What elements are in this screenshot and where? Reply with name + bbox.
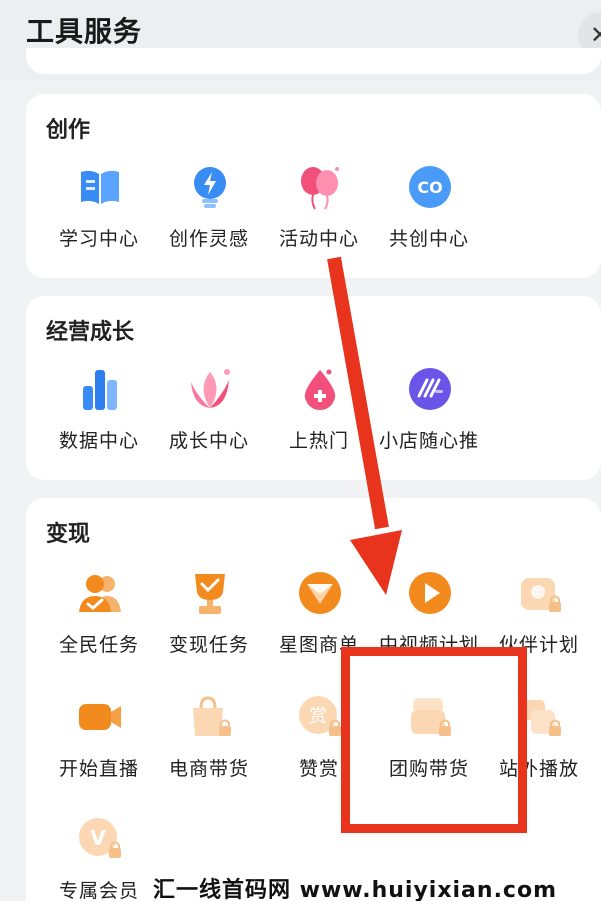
group-buy-lock-icon	[411, 698, 451, 736]
lightbulb-icon	[194, 167, 226, 208]
tool-creative-inspiration[interactable]: 创作灵感	[154, 164, 264, 264]
watermark-text: 汇一线首码网 www.huiyixian.com	[153, 878, 558, 901]
play-icon	[409, 572, 451, 614]
tool-label: 学习中心	[58, 228, 139, 250]
video-camera-icon	[79, 704, 121, 730]
vip-glyph: V	[90, 826, 106, 850]
lotus-icon	[191, 369, 230, 408]
tool-label: 变现任务	[168, 634, 249, 656]
tool-label: 数据中心	[58, 430, 139, 452]
tool-start-live[interactable]: 开始直播	[44, 694, 154, 794]
tool-label: 活动中心	[278, 228, 359, 250]
tool-label: 赞赏	[298, 758, 339, 780]
tool-label: 中视频计划	[378, 634, 479, 656]
previous-card-edge	[26, 48, 601, 74]
bar-chart-icon	[83, 370, 117, 410]
tool-growth-center[interactable]: 成长中心	[154, 366, 264, 466]
tool-mid-video-plan[interactable]: 中视频计划	[374, 570, 484, 670]
page-title: 工具服务	[26, 15, 143, 48]
tool-label: 电商带货	[168, 758, 249, 780]
section-card-create: 创作 学习中心 创作灵感 活动中心 CO 共创中心	[26, 94, 601, 278]
fire-drop-icon	[304, 369, 336, 410]
tool-appreciate[interactable]: 赏 赞赏	[264, 694, 374, 794]
tool-shop-promote[interactable]: 小店随心推	[374, 366, 484, 466]
tool-exclusive-member[interactable]: V 专属会员	[44, 816, 154, 901]
tool-label: 上热门	[288, 430, 349, 452]
tool-label: 小店随心推	[378, 430, 479, 452]
section-title: 经营成长	[46, 320, 135, 345]
appreciate-lock-icon: 赏	[299, 696, 341, 736]
tool-label: 共创中心	[388, 228, 469, 250]
section-card-monetize: 变现 全民任务 变现任务 星图商单 中视频计划 伙伴计划 开始直播 电商带货 赏…	[26, 498, 601, 901]
co-glyph: CO	[417, 178, 442, 197]
shopping-bag-lock-icon	[193, 696, 231, 736]
trophy-icon	[195, 574, 225, 614]
balloon-icon	[301, 167, 339, 210]
star-map-icon	[299, 572, 341, 614]
tool-label: 星图商单	[278, 634, 359, 656]
tool-trending[interactable]: 上热门	[264, 366, 374, 466]
tool-learning-center[interactable]: 学习中心	[44, 164, 154, 264]
tool-label: 伙伴计划	[498, 634, 579, 656]
people-check-icon	[79, 575, 121, 612]
tool-label: 创作灵感	[168, 228, 249, 250]
section-card-growth: 经营成长 数据中心 成长中心 上热门 小店随心推	[26, 296, 601, 480]
tool-co-creation-center[interactable]: CO 共创中心	[374, 164, 484, 264]
tool-label: 全民任务	[58, 634, 139, 656]
tool-label: 开始直播	[58, 758, 139, 780]
appreciate-glyph: 赏	[309, 706, 327, 727]
partner-lock-icon	[521, 578, 561, 612]
tool-ecommerce-sales[interactable]: 电商带货	[154, 694, 264, 794]
tool-data-center[interactable]: 数据中心	[44, 366, 154, 466]
tool-all-people-tasks[interactable]: 全民任务	[44, 570, 154, 670]
tool-label: 成长中心	[168, 430, 249, 452]
tool-label: 团购带货	[388, 758, 469, 780]
tool-star-map-orders[interactable]: 星图商单	[264, 570, 374, 670]
tool-group-buy-sales[interactable]: 团购带货	[374, 694, 484, 794]
tool-activity-center[interactable]: 活动中心	[264, 164, 374, 264]
tool-label: 站外播放	[498, 758, 579, 780]
speed-lines-icon	[409, 368, 451, 410]
co-icon: CO	[409, 166, 451, 208]
section-title: 创作	[46, 118, 91, 143]
tool-monetize-tasks[interactable]: 变现任务	[154, 570, 264, 670]
section-title: 变现	[46, 522, 91, 547]
close-icon: ✕	[590, 21, 601, 49]
tool-external-play[interactable]: 站外播放	[484, 694, 594, 794]
vip-lock-icon: V	[79, 818, 121, 858]
book-icon	[81, 170, 119, 204]
tool-label: 专属会员	[58, 880, 139, 901]
external-play-lock-icon	[521, 700, 561, 736]
tool-partner-plan[interactable]: 伙伴计划	[484, 570, 594, 670]
